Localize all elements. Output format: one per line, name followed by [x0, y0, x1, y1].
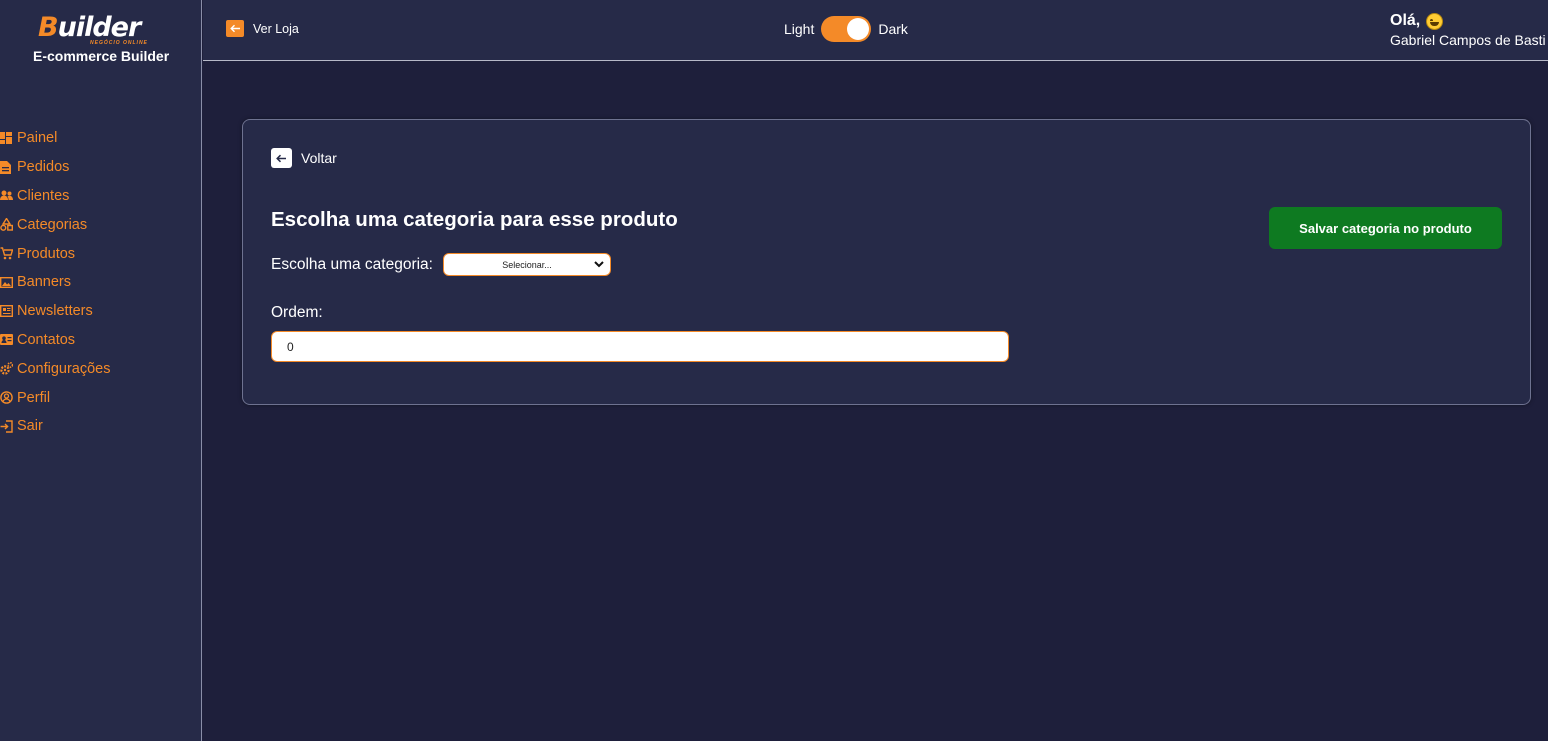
sidebar-item-label: Banners — [17, 274, 72, 291]
sidebar-item-label: Contatos — [17, 331, 76, 348]
sidebar-item-label: Sair — [17, 418, 43, 435]
sidebar: Builder NEGÓCIO ONLINE E-commerce Builde… — [0, 0, 202, 741]
category-form-card: Voltar Escolha uma categoria para esse p… — [242, 119, 1531, 405]
logo-tagline: NEGÓCIO ONLINE — [90, 40, 148, 46]
sidebar-item-label: Painel — [17, 130, 58, 147]
sidebar-item-contatos[interactable]: Contatos — [0, 326, 202, 355]
sidebar-item-clientes[interactable]: Clientes — [0, 182, 202, 211]
sidebar-item-configuracoes[interactable]: Configurações — [0, 354, 202, 383]
shapes-icon — [0, 218, 13, 232]
logo-wordmark: Builder — [38, 12, 141, 43]
theme-dark-label: Dark — [878, 21, 908, 37]
category-row: Escolha uma categoria: Selecionar... — [271, 253, 611, 276]
order-input-value: 0 — [287, 339, 294, 354]
user-greeting: Olá, Gabriel Campos de Basti — [1390, 12, 1546, 48]
back-label: Voltar — [301, 150, 337, 166]
ver-loja-label: Ver Loja — [253, 21, 299, 36]
users-icon — [0, 189, 13, 202]
contact-card-icon — [0, 333, 13, 346]
sidebar-item-label: Newsletters — [17, 303, 93, 320]
brand-subtitle: E-commerce Builder — [33, 48, 170, 64]
arrow-left-icon — [271, 148, 292, 168]
ver-loja-link[interactable]: Ver Loja — [226, 20, 299, 37]
sidebar-item-sair[interactable]: Sair — [0, 412, 202, 441]
sidebar-item-perfil[interactable]: Perfil — [0, 383, 202, 412]
arrow-left-icon — [226, 20, 244, 37]
brand-logo[interactable]: Builder NEGÓCIO ONLINE E-commerce Builde… — [32, 10, 182, 66]
greeting-text: Olá, — [1390, 12, 1421, 29]
topbar: Ver Loja Light Dark Olá, Gabriel Campos … — [203, 0, 1548, 61]
sidebar-item-categorias[interactable]: Categorias — [0, 210, 202, 239]
sidebar-item-painel[interactable]: Painel — [0, 124, 202, 153]
newspaper-icon — [0, 305, 13, 318]
category-select-value: Selecionar... — [502, 259, 552, 270]
chevron-down-icon — [594, 260, 604, 270]
category-select[interactable]: Selecionar... — [442, 253, 611, 276]
order-label: Ordem: — [271, 304, 323, 321]
sidebar-item-banners[interactable]: Banners — [0, 268, 202, 297]
smile-emoji-icon — [1426, 12, 1444, 30]
theme-toggle: Light Dark — [784, 16, 908, 42]
dashboard-icon — [0, 132, 13, 145]
sidebar-nav: Painel Pedidos Clientes Categorias Produ… — [0, 124, 202, 441]
back-button[interactable]: Voltar — [271, 148, 337, 168]
gears-icon — [0, 362, 13, 375]
logout-icon — [0, 420, 13, 433]
page-title: Escolha uma categoria para esse produto — [271, 208, 678, 231]
category-label: Escolha uma categoria: — [271, 255, 433, 273]
cart-icon — [0, 247, 13, 260]
save-category-button[interactable]: Salvar categoria no produto — [1269, 207, 1502, 249]
user-circle-icon — [0, 391, 13, 404]
sidebar-item-label: Clientes — [17, 187, 70, 204]
sidebar-item-label: Perfil — [17, 389, 51, 406]
sidebar-item-label: Pedidos — [17, 159, 70, 176]
theme-light-label: Light — [784, 21, 815, 37]
sidebar-item-label: Categorias — [17, 216, 88, 233]
image-icon — [0, 276, 13, 289]
sidebar-item-produtos[interactable]: Produtos — [0, 239, 202, 268]
document-icon — [0, 160, 13, 174]
sidebar-item-pedidos[interactable]: Pedidos — [0, 153, 202, 182]
switch-knob — [847, 18, 870, 40]
user-name: Gabriel Campos de Basti — [1390, 32, 1546, 48]
sidebar-item-label: Produtos — [17, 245, 76, 262]
sidebar-item-label: Configurações — [17, 360, 111, 377]
theme-switch[interactable] — [821, 16, 872, 42]
greeting: Olá, — [1390, 12, 1546, 30]
sidebar-item-newsletters[interactable]: Newsletters — [0, 297, 202, 326]
order-input[interactable]: 0 — [271, 331, 1009, 362]
